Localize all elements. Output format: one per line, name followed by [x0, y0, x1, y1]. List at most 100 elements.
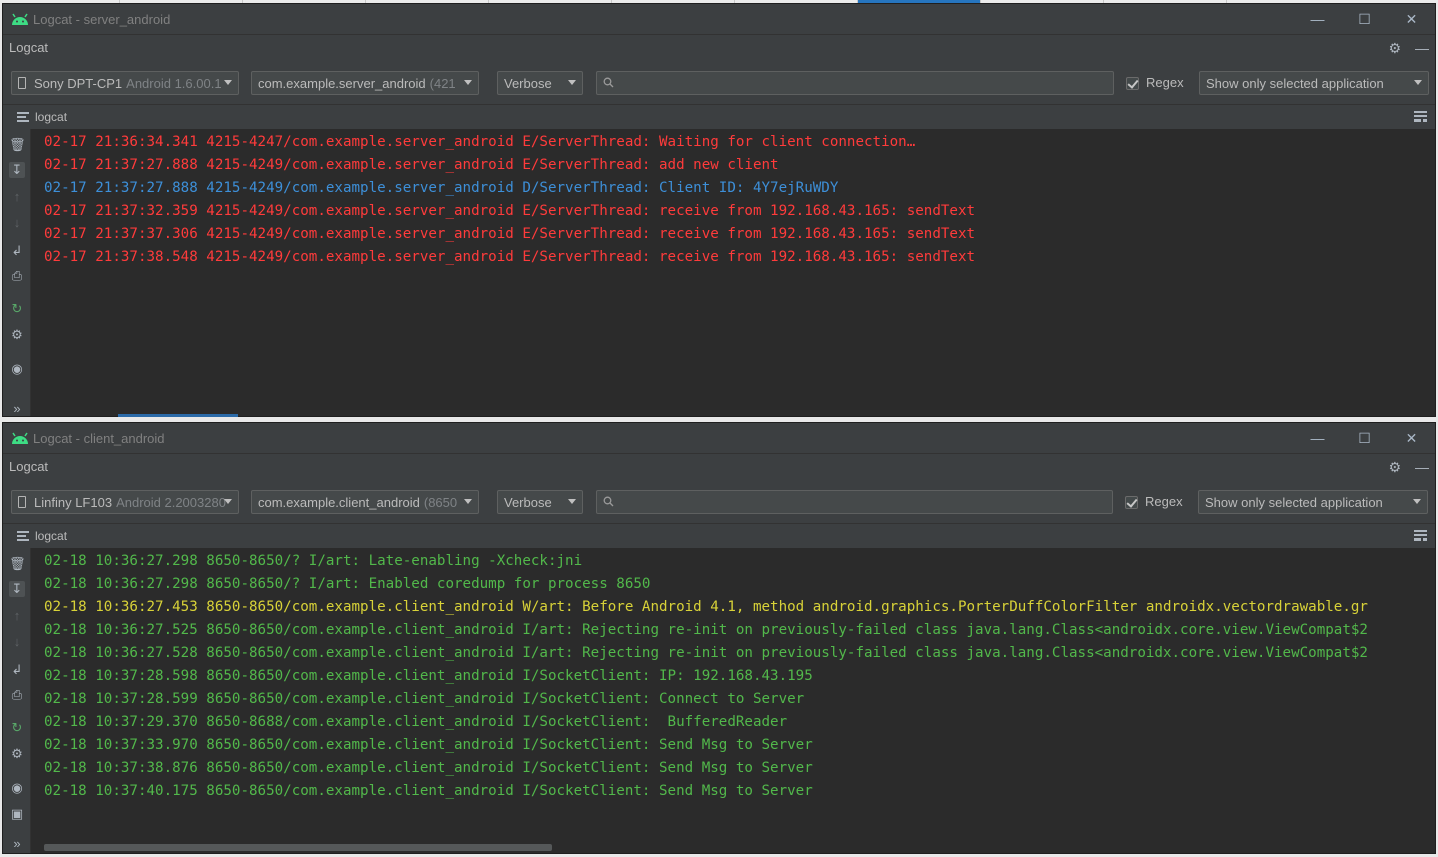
log-line: 02-17 21:37:38.548 4215-4249/com.example… — [44, 249, 976, 265]
process-name: com.example.client_android — [258, 494, 420, 510]
maximize-button[interactable]: ☐ — [1341, 423, 1388, 453]
process-dropdown[interactable]: com.example.client_android (8650 — [251, 490, 479, 514]
log-line: 02-18 10:36:27.453 8650-8650/com.example… — [44, 599, 1368, 615]
chevron-down-icon — [464, 499, 472, 504]
close-button[interactable]: ✕ — [1388, 423, 1435, 453]
search-icon — [603, 77, 614, 88]
phone-icon — [18, 77, 26, 89]
tab-logcat[interactable]: logcat — [35, 529, 67, 543]
lines-icon — [17, 112, 29, 122]
chevron-down-icon — [224, 499, 232, 504]
panel-title: Logcat — [9, 40, 49, 55]
filter-value: Show only selected application — [1205, 494, 1383, 510]
log-line: 02-18 10:37:33.970 8650-8650/com.example… — [44, 737, 813, 753]
process-pid: (421 — [429, 75, 456, 91]
minimize-button[interactable]: — — [1294, 4, 1341, 34]
soft-wrap-icon[interactable]: ↲ — [9, 662, 25, 678]
print-icon[interactable]: ⎙ — [9, 268, 25, 284]
up-icon[interactable]: ↑ — [9, 189, 25, 205]
soft-wrap-icon[interactable]: ↲ — [9, 243, 25, 259]
search-input[interactable] — [596, 71, 1114, 95]
log-line: 02-18 10:37:38.876 8650-8650/com.example… — [44, 760, 813, 776]
logcat-tab-bar: logcat — [3, 105, 1435, 129]
log-line: 02-18 10:36:27.525 8650-8650/com.example… — [44, 622, 1368, 638]
panel-header: Logcat ⚙ — — [3, 453, 1435, 479]
layout-icon[interactable] — [1414, 111, 1427, 122]
regex-checkbox[interactable] — [1125, 496, 1138, 509]
logcat-gutter: 🗑 ↧ ↑ ↓ ↲ ⎙ ↻ ⚙ ◉ ▣ » — [3, 548, 31, 853]
device-name: Linfiny LF103 — [34, 494, 113, 510]
settings-icon[interactable]: ⚙ — [9, 746, 25, 762]
panel-header: Logcat ⚙ — — [3, 34, 1435, 60]
device-dropdown[interactable]: Sony DPT-CP1 Android 1.6.00.1 — [11, 71, 239, 95]
chevron-down-icon — [568, 499, 576, 504]
close-button[interactable]: ✕ — [1388, 4, 1435, 34]
log-line: 02-18 10:36:27.528 8650-8650/com.example… — [44, 645, 1368, 661]
device-android-version: Android 2.2003280 — [116, 494, 226, 510]
chevron-down-icon — [568, 80, 576, 85]
client-logcat-window: Logcat - client_android — ☐ ✕ Logcat ⚙ —… — [2, 422, 1436, 854]
trash-icon[interactable]: 🗑 — [9, 556, 26, 572]
horizontal-scrollbar[interactable] — [44, 844, 552, 851]
log-line: 02-18 10:36:27.298 8650-8650/? I/art: En… — [44, 576, 651, 592]
regex-label: Regex — [1145, 494, 1183, 509]
more-icon[interactable]: » — [9, 401, 25, 416]
title-bar: Logcat - client_android — ☐ ✕ — [3, 423, 1435, 453]
minimize-panel-icon[interactable]: — — [1415, 459, 1429, 475]
regex-checkbox[interactable] — [1126, 77, 1139, 90]
log-line: 02-17 21:37:27.888 4215-4249/com.example… — [44, 157, 779, 173]
trash-icon[interactable]: 🗑 — [9, 137, 26, 153]
gear-icon[interactable]: ⚙ — [1388, 40, 1401, 57]
log-level-dropdown[interactable]: Verbose — [497, 71, 583, 95]
process-dropdown[interactable]: com.example.server_android (421 — [251, 71, 479, 95]
gear-icon[interactable]: ⚙ — [1388, 459, 1401, 476]
filter-value: Show only selected application — [1206, 75, 1384, 91]
camera-icon[interactable]: ◉ — [9, 780, 25, 796]
tab-logcat[interactable]: logcat — [35, 110, 67, 124]
search-input[interactable] — [596, 490, 1113, 514]
restart-icon[interactable]: ↻ — [9, 720, 25, 736]
window-title: Logcat - server_android — [33, 11, 171, 27]
log-line: 02-17 21:37:32.359 4215-4249/com.example… — [44, 203, 976, 219]
tab-indicator — [118, 414, 238, 417]
camera-icon[interactable]: ◉ — [9, 361, 25, 377]
video-icon[interactable]: ▣ — [9, 806, 25, 822]
logcat-body: 🗑 ↧ ↑ ↓ ↲ ⎙ ↻ ⚙ ◉ ▣ » 02-18 10:36:27.298… — [3, 548, 1435, 853]
chevron-down-icon — [464, 80, 472, 85]
filter-dropdown[interactable]: Show only selected application — [1199, 71, 1429, 95]
down-icon[interactable]: ↓ — [9, 634, 25, 650]
log-output[interactable]: 02-18 10:36:27.298 8650-8650/? I/art: La… — [44, 550, 1435, 853]
restart-icon[interactable]: ↻ — [9, 301, 25, 317]
scroll-to-end-icon[interactable]: ↧ — [9, 162, 25, 178]
down-icon[interactable]: ↓ — [9, 215, 25, 231]
settings-icon[interactable]: ⚙ — [9, 327, 25, 343]
scroll-to-end-icon[interactable]: ↧ — [9, 581, 25, 597]
log-level-dropdown[interactable]: Verbose — [497, 490, 583, 514]
layout-icon[interactable] — [1414, 530, 1427, 541]
log-output[interactable]: 02-17 21:36:34.341 4215-4247/com.example… — [44, 131, 1435, 416]
filter-dropdown[interactable]: Show only selected application — [1198, 490, 1428, 514]
log-line: 02-18 10:37:29.370 8650-8688/com.example… — [44, 714, 788, 730]
process-pid: (8650 — [423, 494, 458, 510]
logcat-tab-bar: logcat — [3, 524, 1435, 548]
device-dropdown[interactable]: Linfiny LF103 Android 2.2003280 — [11, 490, 239, 514]
maximize-button[interactable]: ☐ — [1341, 4, 1388, 34]
log-line: 02-18 10:36:27.298 8650-8650/? I/art: La… — [44, 553, 583, 569]
lines-icon — [17, 531, 29, 541]
android-icon — [12, 13, 28, 25]
log-line: 02-17 21:36:34.341 4215-4247/com.example… — [44, 134, 916, 150]
up-icon[interactable]: ↑ — [9, 608, 25, 624]
process-name: com.example.server_android — [258, 75, 426, 91]
android-icon — [12, 432, 28, 444]
log-level-value: Verbose — [504, 494, 552, 510]
window-title: Logcat - client_android — [33, 430, 165, 446]
print-icon[interactable]: ⎙ — [9, 687, 25, 703]
log-line: 02-17 21:37:27.888 4215-4249/com.example… — [44, 180, 839, 196]
chevron-down-icon — [1413, 499, 1421, 504]
minimize-panel-icon[interactable]: — — [1415, 40, 1429, 56]
minimize-button[interactable]: — — [1294, 423, 1341, 453]
more-icon[interactable]: » — [9, 836, 25, 852]
log-line: 02-18 10:37:28.598 8650-8650/com.example… — [44, 668, 813, 684]
panel-title: Logcat — [9, 459, 49, 474]
logcat-body: 🗑 ↧ ↑ ↓ ↲ ⎙ ↻ ⚙ ◉ » 02-17 21:36:34.341 4… — [3, 129, 1435, 416]
